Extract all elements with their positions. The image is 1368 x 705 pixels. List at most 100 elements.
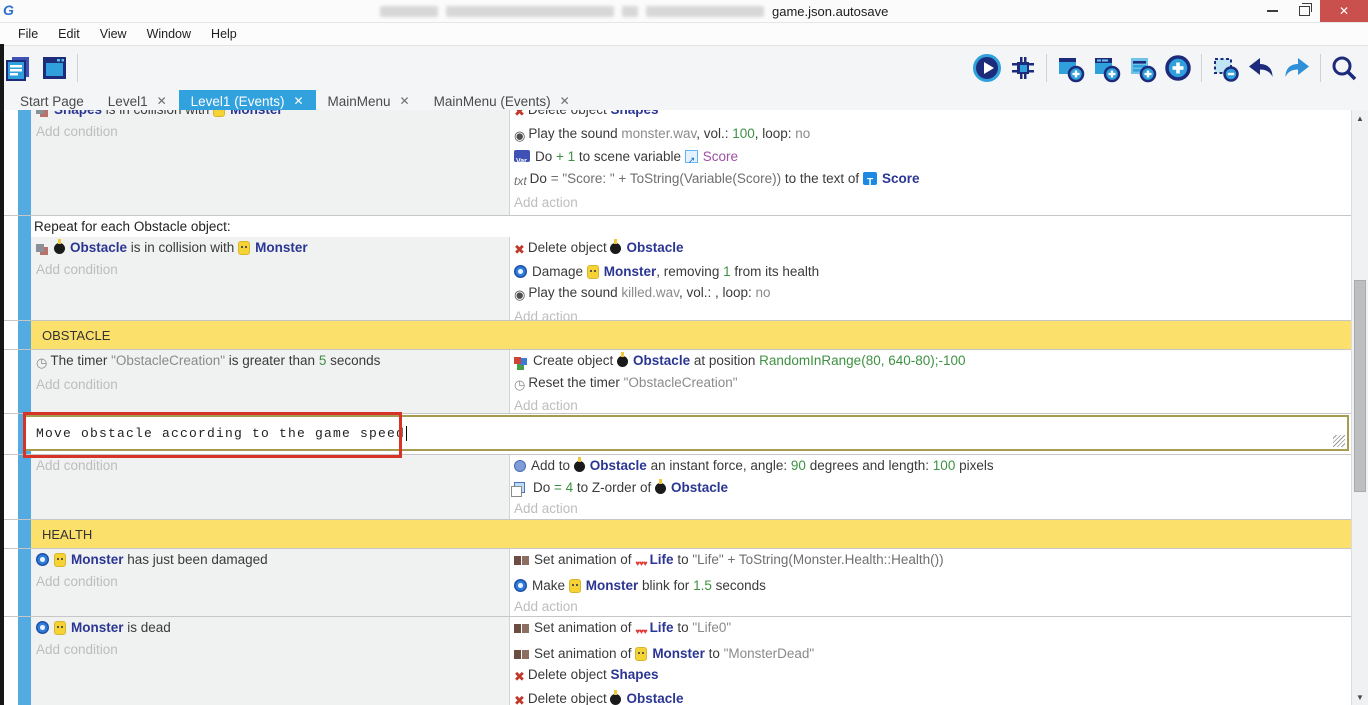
add-condition-button[interactable]: Add condition — [36, 455, 509, 477]
scrollbar-thumb[interactable] — [1354, 280, 1366, 492]
menu-window[interactable]: Window — [137, 27, 201, 41]
action-line[interactable]: Play the sound monster.wav, vol.: 100, l… — [514, 123, 1352, 147]
add-condition-button[interactable]: Add condition — [36, 639, 509, 661]
event-row[interactable]: Monster is deadAdd conditionSet animatio… — [4, 616, 1352, 705]
add-comment-icon — [1127, 53, 1157, 83]
comment-edit-textarea[interactable]: Move obstacle according to the game spee… — [23, 415, 1349, 451]
action-line[interactable]: Create object Obstacle at position Rando… — [514, 350, 1352, 372]
tab-close-icon[interactable]: ✕ — [293, 94, 303, 108]
action-line[interactable]: Set animation of Monster to "MonsterDead… — [514, 643, 1352, 665]
project-manager-button[interactable] — [0, 50, 36, 86]
event-gutter — [4, 455, 18, 519]
condition-line[interactable]: Shapes is in collision with Monster — [36, 110, 509, 121]
project-manager-icon — [3, 53, 33, 83]
action-line[interactable]: Delete object Shapes — [514, 110, 1352, 123]
action-line[interactable]: Add to Obstacle an instant force, angle:… — [514, 455, 1352, 477]
tab-close-icon[interactable]: ✕ — [400, 94, 410, 108]
add-subevent-button[interactable] — [1088, 50, 1124, 86]
add-action-button[interactable]: Add action — [514, 596, 1352, 618]
comment-event[interactable]: OBSTACLE — [4, 320, 1352, 349]
comment-edit-text: Move obstacle according to the game spee… — [36, 426, 405, 441]
textobj-icon — [863, 172, 877, 185]
add-something-button[interactable] — [1160, 50, 1196, 86]
restore-button[interactable] — [1288, 0, 1320, 22]
menu-file[interactable]: File — [8, 27, 48, 41]
add-event-button[interactable] — [1052, 50, 1088, 86]
preview-play-button[interactable] — [969, 50, 1005, 86]
text-segment: is greater than — [225, 353, 319, 368]
search-button[interactable] — [1326, 50, 1362, 86]
action-line[interactable]: Do = 4 to Z-order of Obstacle — [514, 477, 1352, 499]
text-segment: Create object — [533, 353, 617, 368]
actions-column: Create object Obstacle at position Rando… — [510, 350, 1352, 417]
comment-event-editing[interactable]: Move obstacle according to the game spee… — [4, 413, 1352, 454]
add-condition-button[interactable]: Add condition — [36, 121, 509, 143]
tab-level1-events[interactable]: Level1 (Events)✕ — [179, 90, 316, 112]
action-line[interactable]: Set animation of Life to "Life0" — [514, 617, 1352, 643]
menu-help[interactable]: Help — [201, 27, 247, 41]
condition-line[interactable]: Monster is dead — [36, 617, 509, 639]
tab-mainmenu-events[interactable]: MainMenu (Events)✕ — [422, 90, 582, 112]
action-line[interactable]: Delete object Obstacle — [514, 688, 1352, 705]
repeat-event[interactable]: Repeat for each Obstacle object:Obstacle… — [4, 215, 1352, 320]
action-line[interactable]: Make Monster blink for 1.5 seconds — [514, 575, 1352, 597]
event-row[interactable]: Shapes is in collision with MonsterAdd c… — [4, 110, 1352, 215]
action-line[interactable]: Delete object Obstacle — [514, 237, 1352, 261]
tab-start-page[interactable]: Start Page — [8, 90, 96, 112]
undo-button[interactable] — [1243, 50, 1279, 86]
resize-handle-icon[interactable] — [1333, 435, 1345, 447]
text-segment: no — [756, 285, 771, 300]
add-event-icon — [1055, 53, 1085, 83]
tab-close-icon[interactable]: ✕ — [157, 94, 167, 108]
add-action-button[interactable]: Add action — [514, 498, 1352, 520]
add-action-button[interactable]: Add action — [514, 192, 1352, 214]
text-segment: "ObstacleCreation" — [111, 353, 225, 368]
action-line[interactable]: Damage Monster, removing 1 from its heal… — [514, 261, 1352, 283]
animation-icon — [514, 624, 521, 633]
action-line[interactable]: Do + 1 to scene variable Score — [514, 146, 1352, 168]
monster-icon — [54, 621, 66, 635]
text-segment: "Life" + ToString(Monster.Health::Health… — [692, 552, 943, 567]
action-line[interactable]: Play the sound killed.wav, vol.: , loop:… — [514, 282, 1352, 306]
event-row[interactable]: Add conditionAdd to Obstacle an instant … — [4, 454, 1352, 519]
toolbar-separator — [1046, 54, 1047, 82]
add-condition-button[interactable]: Add condition — [36, 571, 509, 593]
add-comment-button[interactable] — [1124, 50, 1160, 86]
close-button[interactable]: ✕ — [1320, 0, 1368, 22]
scrollbar[interactable]: ▲ ▼ — [1351, 110, 1368, 705]
bomb-icon — [617, 356, 628, 367]
text-segment: Add to — [531, 458, 574, 473]
debugger-icon — [1008, 53, 1038, 83]
condition-line[interactable]: Obstacle is in collision with Monster — [36, 237, 509, 259]
action-line[interactable]: Set animation of Life to "Life" + ToStri… — [514, 549, 1352, 575]
add-condition-button[interactable]: Add condition — [36, 259, 509, 281]
condition-line[interactable]: The timer "ObstacleCreation" is greater … — [36, 350, 509, 374]
zorder-icon — [514, 482, 525, 493]
action-line[interactable]: Reset the timer "ObstacleCreation" — [514, 372, 1352, 396]
action-line[interactable]: Delete object Shapes — [514, 664, 1352, 688]
scroll-up-arrow-icon[interactable]: ▲ — [1352, 110, 1368, 126]
scroll-down-arrow-icon[interactable]: ▼ — [1352, 689, 1368, 705]
text-segment: , vol.: — [696, 126, 732, 141]
event-row[interactable]: Monster has just been damagedAdd conditi… — [4, 548, 1352, 616]
comment-event[interactable]: HEALTH — [4, 519, 1352, 548]
tab-mainmenu[interactable]: MainMenu✕ — [316, 90, 422, 112]
scene-editor-button[interactable] — [36, 50, 72, 86]
event-row[interactable]: The timer "ObstacleCreation" is greater … — [4, 349, 1352, 413]
tab-close-icon[interactable]: ✕ — [560, 94, 570, 108]
create-icon — [514, 357, 521, 364]
menu-view[interactable]: View — [90, 27, 137, 41]
minimize-button[interactable] — [1256, 0, 1288, 22]
debugger-button[interactable] — [1005, 50, 1041, 86]
text-segment: Damage — [532, 264, 587, 279]
text-segment: = "Score: " + ToString(Variable(Score)) — [551, 171, 781, 186]
add-condition-button[interactable]: Add condition — [36, 374, 509, 396]
condition-line[interactable]: Monster has just been damaged — [36, 549, 509, 571]
menu-edit[interactable]: Edit — [48, 27, 90, 41]
remove-selection-button[interactable] — [1207, 50, 1243, 86]
redo-button[interactable] — [1279, 50, 1315, 86]
text-segment: + 1 — [556, 149, 575, 164]
delete-icon — [514, 110, 525, 123]
tab-level1[interactable]: Level1✕ — [96, 90, 179, 112]
action-line[interactable]: Do = "Score: " + ToString(Variable(Score… — [514, 168, 1352, 193]
